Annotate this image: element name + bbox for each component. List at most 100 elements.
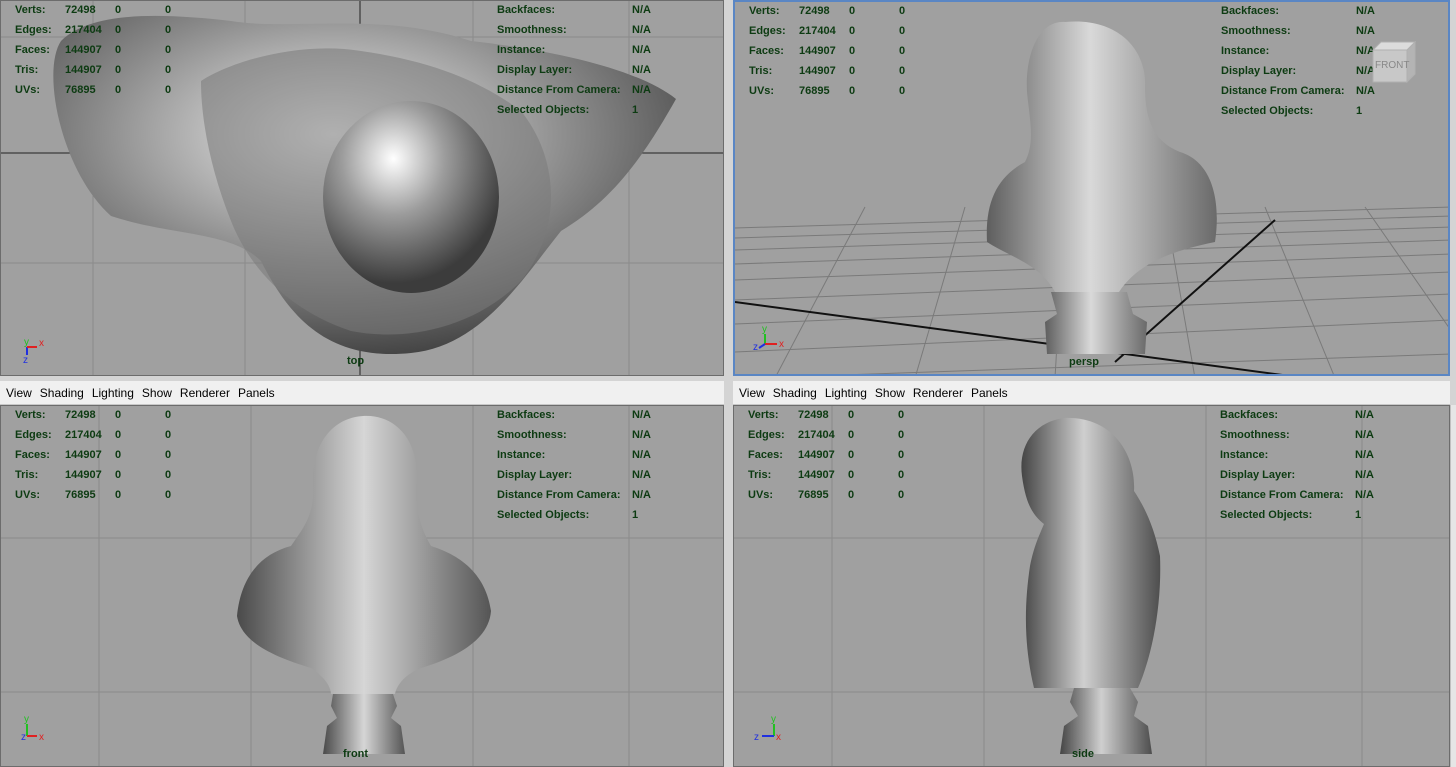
stat-value: 0 xyxy=(848,489,855,501)
menu-renderer[interactable]: Renderer xyxy=(913,386,963,400)
menu-panels[interactable]: Panels xyxy=(971,386,1008,400)
prop-label: Distance From Camera: xyxy=(1220,489,1344,501)
prop-label: Smoothness: xyxy=(1220,429,1290,441)
stat-value: 144907 xyxy=(798,469,835,481)
prop-label: Distance From Camera: xyxy=(497,489,621,501)
stat-value: 217404 xyxy=(65,429,102,441)
stat-value: 0 xyxy=(899,45,906,57)
prop-label: Display Layer: xyxy=(497,469,573,481)
stat-value: 0 xyxy=(115,409,122,421)
poly-stats-front: Verts: 72498 0 0 Edges: 217404 0 0 Faces: 14490… xyxy=(15,408,185,508)
prop-label: Instance: xyxy=(1221,45,1270,57)
stat-value: 0 xyxy=(849,25,856,37)
axis-z-label: z xyxy=(754,732,759,743)
axis-gizmo-top: y x z xyxy=(23,337,44,366)
pane-splitter-vertical[interactable] xyxy=(724,0,733,767)
stat-value: 0 xyxy=(115,4,122,16)
stat-value: 217404 xyxy=(799,25,836,37)
stat-label: Faces: xyxy=(749,45,784,57)
prop-label: Backfaces: xyxy=(497,409,556,421)
panel-menubar-front: View Shading Lighting Show Renderer Pane… xyxy=(0,381,724,405)
stat-value: 144907 xyxy=(65,44,102,56)
poly-stats-side: Verts: 72498 0 0 Edges: 217404 0 0 Faces: 14490… xyxy=(748,408,918,508)
stat-value: 217404 xyxy=(798,429,835,441)
stat-label: Tris: xyxy=(15,64,39,76)
stat-label: Edges: xyxy=(15,24,52,36)
menu-view[interactable]: View xyxy=(6,386,32,400)
prop-value: 1 xyxy=(632,509,639,521)
stat-value: 0 xyxy=(165,24,172,36)
menu-panels[interactable]: Panels xyxy=(238,386,275,400)
menu-lighting[interactable]: Lighting xyxy=(92,386,134,400)
stat-label: Tris: xyxy=(749,65,773,77)
prop-value: N/A xyxy=(632,409,651,421)
prop-label: Smoothness: xyxy=(1221,25,1291,37)
stat-label: UVs: xyxy=(15,489,41,501)
viewport-front[interactable]: Verts: 72498 0 0 Edges: 217404 0 0 Faces: 14490… xyxy=(0,405,724,767)
viewport-persp[interactable]: Verts: 72498 0 0 Edges: 217404 0 0 Faces: 14490… xyxy=(733,0,1450,376)
prop-label: Backfaces: xyxy=(1220,409,1279,421)
menu-shading[interactable]: Shading xyxy=(773,386,817,400)
axis-y-label: y xyxy=(24,714,29,725)
stat-value: 0 xyxy=(898,489,905,501)
stat-value: 217404 xyxy=(65,24,102,36)
prop-label: Display Layer: xyxy=(497,64,573,76)
stat-label: Faces: xyxy=(15,44,50,56)
menu-lighting[interactable]: Lighting xyxy=(825,386,867,400)
axis-gizmo-persp: y x z xyxy=(753,324,784,353)
menu-shading[interactable]: Shading xyxy=(40,386,84,400)
prop-label: Selected Objects: xyxy=(1221,105,1314,117)
prop-value: N/A xyxy=(1355,469,1374,481)
stat-value: 0 xyxy=(115,429,122,441)
stat-value: 0 xyxy=(165,84,172,96)
prop-label: Distance From Camera: xyxy=(497,84,621,96)
menu-renderer[interactable]: Renderer xyxy=(180,386,230,400)
stat-label: Tris: xyxy=(15,469,39,481)
viewcube-front-label: FRONT xyxy=(1375,60,1409,71)
stat-label: UVs: xyxy=(748,489,774,501)
prop-value: 1 xyxy=(632,104,639,116)
stat-value: 144907 xyxy=(799,45,836,57)
stat-value: 72498 xyxy=(65,409,96,421)
stat-value: 0 xyxy=(899,85,906,97)
axis-x-label: x xyxy=(776,732,781,743)
stat-label: Verts: xyxy=(15,409,46,421)
prop-value: N/A xyxy=(632,64,651,76)
prop-label: Instance: xyxy=(1220,449,1269,461)
object-props-front: Backfaces: N/A Smoothness: N/A Instance: N/… xyxy=(497,408,672,528)
menu-show[interactable]: Show xyxy=(875,386,905,400)
prop-value: N/A xyxy=(632,44,651,56)
prop-label: Backfaces: xyxy=(1221,5,1280,17)
stat-label: Verts: xyxy=(748,409,779,421)
stat-value: 76895 xyxy=(65,84,96,96)
prop-label: Selected Objects: xyxy=(497,104,590,116)
stat-label: UVs: xyxy=(15,84,41,96)
stat-value: 0 xyxy=(165,409,172,421)
prop-label: Display Layer: xyxy=(1220,469,1296,481)
prop-value: N/A xyxy=(632,24,651,36)
camera-label-top: top xyxy=(347,355,365,367)
axis-x-label: x xyxy=(39,732,44,743)
stat-value: 0 xyxy=(899,25,906,37)
stat-value: 0 xyxy=(165,44,172,56)
viewport-top[interactable]: Verts: 72498 0 0 Edges: 217404 0 0 Faces: 14490… xyxy=(0,0,724,376)
prop-value: N/A xyxy=(1356,5,1375,17)
viewport-side[interactable]: Verts: 72498 0 0 Edges: 217404 0 0 Faces: 14490… xyxy=(733,405,1450,767)
menu-show[interactable]: Show xyxy=(142,386,172,400)
camera-label-side: side xyxy=(1072,748,1095,760)
stat-value: 72498 xyxy=(799,5,830,17)
stat-value: 144907 xyxy=(798,449,835,461)
prop-value: 1 xyxy=(1356,105,1363,117)
stat-label: Edges: xyxy=(15,429,52,441)
stat-value: 0 xyxy=(115,24,122,36)
stat-value: 76895 xyxy=(799,85,830,97)
axis-z-label: z xyxy=(21,732,26,743)
stat-value: 0 xyxy=(115,84,122,96)
stat-value: 0 xyxy=(848,449,855,461)
viewcube[interactable]: FRONT xyxy=(1367,36,1419,88)
stat-value: 0 xyxy=(165,64,172,76)
scrollbar[interactable] xyxy=(1450,405,1456,767)
menu-view[interactable]: View xyxy=(739,386,765,400)
stat-label: UVs: xyxy=(749,85,775,97)
stat-value: 144907 xyxy=(799,65,836,77)
